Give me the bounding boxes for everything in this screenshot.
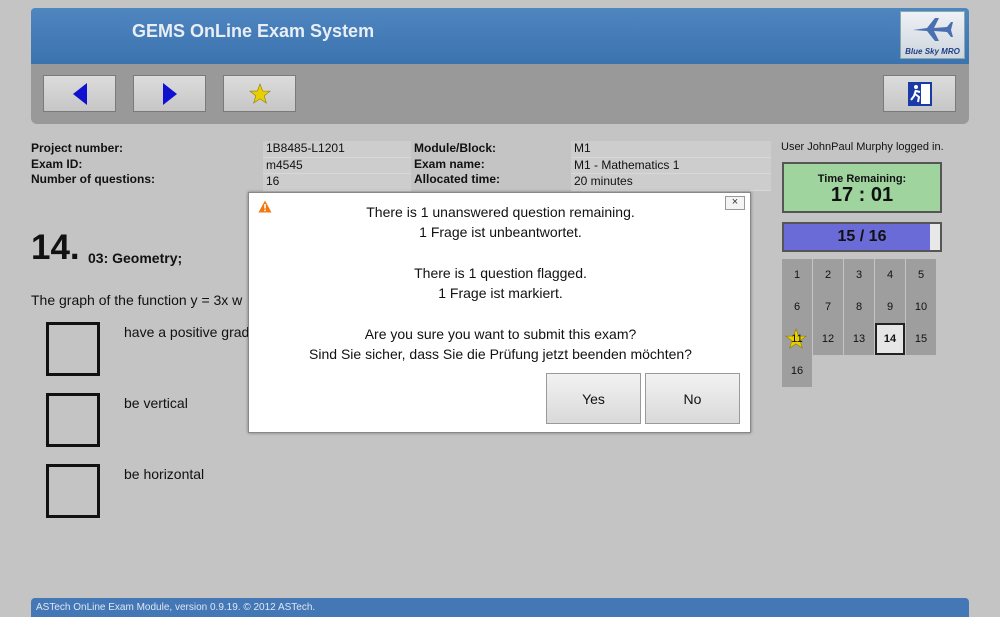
- question-nav-number: 13: [852, 333, 866, 345]
- flagged-message-de: 1 Frage ist markiert.: [438, 285, 563, 301]
- question-nav-cell-1[interactable]: 1: [782, 259, 812, 291]
- answer-label-b: be vertical: [124, 395, 188, 411]
- answer-checkbox-c[interactable]: [46, 464, 100, 518]
- question-nav-number: 4: [886, 269, 894, 281]
- question-nav-cell-5[interactable]: 5: [906, 259, 936, 291]
- module-block-label: Module/Block:: [414, 141, 497, 155]
- question-nav-cell-3[interactable]: 3: [844, 259, 874, 291]
- question-nav-number: 8: [855, 301, 863, 313]
- question-nav-number: 14: [883, 333, 897, 345]
- question-nav-cell-8[interactable]: 8: [844, 291, 874, 323]
- question-nav-number: 3: [855, 269, 863, 281]
- project-number-value: 1B8485-L1201: [263, 141, 411, 158]
- answer-label-c: be horizontal: [124, 466, 205, 482]
- exam-name-value: M1 - Mathematics 1: [571, 157, 771, 174]
- question-number: 14.: [31, 228, 80, 267]
- company-logo: Blue Sky MRO: [900, 11, 965, 59]
- yes-button[interactable]: Yes: [546, 373, 641, 424]
- question-nav-number: 2: [824, 269, 832, 281]
- question-nav-number: 12: [821, 333, 835, 345]
- star-icon: [248, 82, 271, 104]
- question-nav-cell-12[interactable]: 12: [813, 323, 843, 355]
- answer-checkbox-b[interactable]: [46, 393, 100, 447]
- exam-info-labels-right: Module/Block: Exam name: Allocated time:: [414, 141, 564, 188]
- arrow-left-icon: [72, 82, 87, 105]
- number-of-questions-label: Number of questions:: [31, 172, 156, 186]
- exit-exam-button[interactable]: [883, 75, 956, 112]
- arrow-right-icon: [162, 82, 177, 105]
- no-button[interactable]: No: [645, 373, 740, 424]
- answer-checkbox-a[interactable]: [46, 322, 100, 376]
- question-progress-bar: 15 / 16: [782, 222, 942, 252]
- question-nav-cell-14[interactable]: 14: [875, 323, 905, 355]
- exam-name-label: Exam name:: [414, 156, 485, 171]
- question-nav-cell-9[interactable]: 9: [875, 291, 905, 323]
- question-nav-cell-7[interactable]: 7: [813, 291, 843, 323]
- time-remaining-value: 17 : 01: [830, 184, 894, 206]
- confirm-question-en: Are you sure you want to submit this exa…: [364, 326, 637, 342]
- question-nav-number: 16: [790, 365, 804, 377]
- question-nav-number: 11: [791, 333, 803, 345]
- question-nav-number: 9: [886, 301, 894, 313]
- question-nav-cell-4[interactable]: 4: [875, 259, 905, 291]
- project-number-label: Project number:: [31, 141, 124, 155]
- toolbar: [31, 64, 969, 124]
- question-nav-number: 1: [793, 269, 801, 281]
- question-topic: 03: Geometry;: [88, 250, 183, 266]
- next-question-button[interactable]: [133, 75, 206, 112]
- module-block-value: M1: [571, 141, 771, 158]
- question-text: The graph of the function y = 3x w: [31, 292, 243, 308]
- exam-info-values-left: 1B8485-L1201 m4545 16: [263, 141, 411, 191]
- time-remaining-panel: Time Remaining: 17 : 01: [782, 162, 942, 213]
- flagged-message-en: There is 1 question flagged.: [414, 265, 587, 281]
- confirm-question-de: Sind Sie sicher, dass Sie die Prüfung je…: [309, 346, 692, 362]
- airplane-icon: [913, 18, 953, 41]
- app-title: GEMS OnLine Exam System: [132, 21, 375, 41]
- progress-text: 15 / 16: [837, 228, 887, 245]
- question-navigator-grid: 1 2 3 4 5 6 7 8 9 10 11 12 13 14 15 16: [782, 259, 936, 389]
- question-nav-number: 5: [917, 269, 925, 281]
- question-nav-cell-11[interactable]: 11: [782, 323, 812, 355]
- logo-text: Blue Sky MRO: [905, 47, 960, 56]
- number-of-questions-value: 16: [263, 174, 411, 191]
- question-nav-cell-16[interactable]: 16: [782, 355, 812, 387]
- footer: ASTech OnLine Exam Module, version 0.9.1…: [31, 598, 969, 617]
- previous-question-button[interactable]: [43, 75, 116, 112]
- question-nav-number: 10: [914, 301, 928, 313]
- unanswered-message-de: 1 Frage ist unbeantwortet.: [419, 224, 582, 240]
- exam-info-labels-left: Project number: Exam ID: Number of quest…: [31, 141, 261, 188]
- submit-confirmation-dialog: × There is 1 unanswered question remaini…: [248, 192, 751, 433]
- exam-id-value: m4545: [263, 157, 411, 174]
- question-nav-number: 15: [914, 333, 928, 345]
- app-header: GEMS OnLine Exam System Blue Sky MRO: [31, 8, 969, 64]
- unanswered-message-en: There is 1 unanswered question remaining…: [366, 204, 635, 220]
- question-nav-cell-2[interactable]: 2: [813, 259, 843, 291]
- allocated-time-label: Allocated time:: [414, 172, 501, 186]
- flag-question-button[interactable]: [223, 75, 296, 112]
- question-nav-number: 7: [824, 301, 832, 313]
- question-nav-cell-6[interactable]: 6: [782, 291, 812, 323]
- answer-label-a: have a positive grad: [124, 324, 250, 340]
- exit-door-icon: [907, 81, 932, 106]
- exam-id-label: Exam ID:: [31, 156, 83, 171]
- question-nav-cell-13[interactable]: 13: [844, 323, 874, 355]
- question-nav-number: 6: [793, 301, 801, 313]
- question-nav-cell-10[interactable]: 10: [906, 291, 936, 323]
- user-status: User JohnPaul Murphy logged in.: [781, 141, 944, 153]
- allocated-time-value: 20 minutes: [571, 174, 771, 191]
- question-nav-cell-15[interactable]: 15: [906, 323, 936, 355]
- exam-info-values-right: M1 M1 - Mathematics 1 20 minutes: [571, 141, 771, 191]
